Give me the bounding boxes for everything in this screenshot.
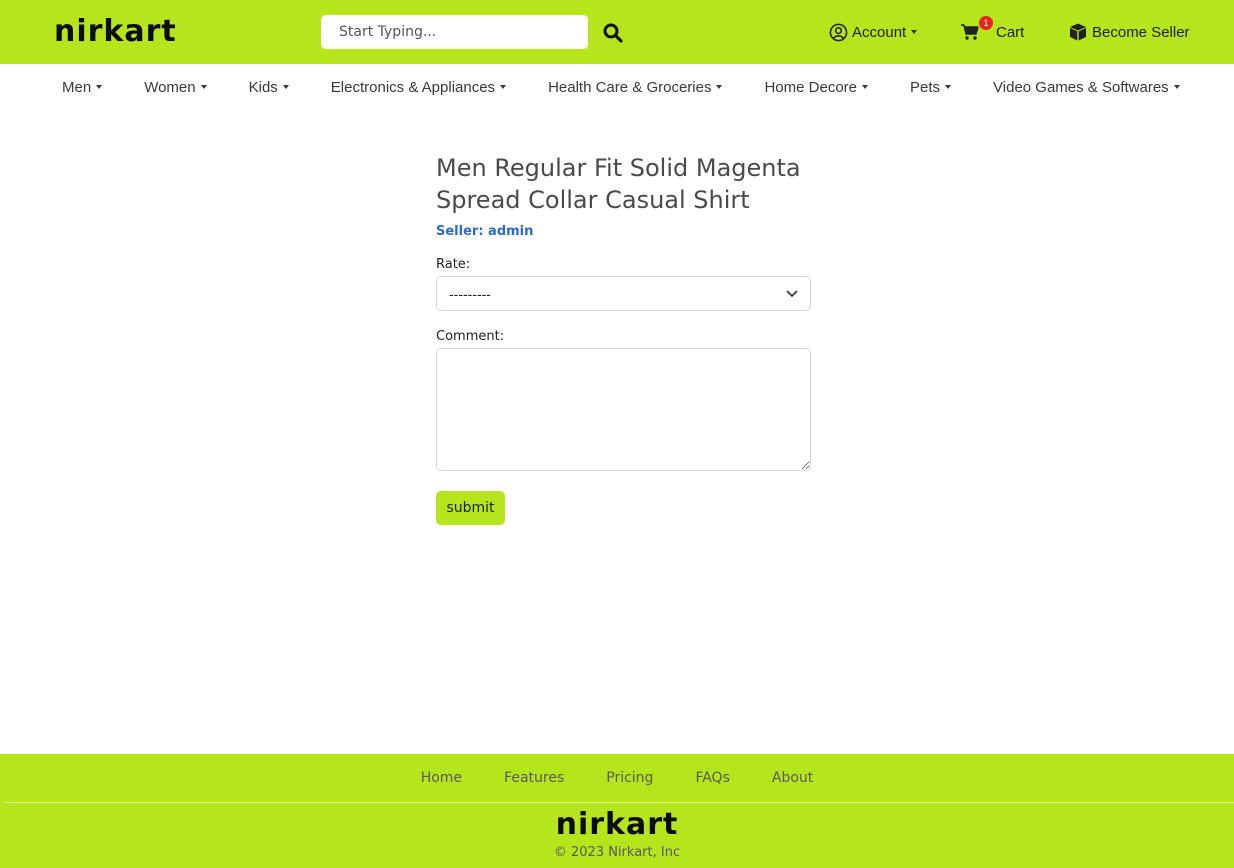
cart-label: Cart xyxy=(996,23,1025,41)
category-label: Home Decore xyxy=(764,78,858,96)
become-seller-label: Become Seller xyxy=(1092,23,1190,41)
rate-label: Rate: xyxy=(436,257,471,272)
category-men[interactable]: Men xyxy=(62,78,103,96)
account-label: Account xyxy=(852,23,907,41)
footer: Home Features Pricing FAQs About nirkart… xyxy=(0,754,1234,868)
category-label: Health Care & Groceries xyxy=(548,78,712,96)
footer-logo: nirkart xyxy=(555,807,679,842)
category-home-decore[interactable]: Home Decore xyxy=(764,78,869,96)
search-icon xyxy=(603,23,623,43)
search-input[interactable] xyxy=(321,15,588,49)
category-women[interactable]: Women xyxy=(144,78,207,96)
footer-link-about[interactable]: About xyxy=(772,770,813,786)
category-electronics[interactable]: Electronics & Appliances xyxy=(330,78,507,96)
submit-button[interactable]: submit xyxy=(436,491,505,525)
footer-links: Home Features Pricing FAQs About xyxy=(0,754,1234,802)
category-pets[interactable]: Pets xyxy=(910,78,952,96)
comment-field[interactable] xyxy=(436,348,811,471)
rate-selected-value: --------- xyxy=(449,285,491,302)
chevron-down-icon xyxy=(786,290,798,297)
comment-label: Comment: xyxy=(436,329,505,344)
category-kids[interactable]: Kids xyxy=(249,79,289,96)
category-health-care[interactable]: Health Care & Groceries xyxy=(548,78,723,96)
become-seller-link[interactable]: Become Seller xyxy=(1068,18,1190,46)
copyright-text: © 2023 Nirkart, Inc xyxy=(553,845,681,860)
search-button[interactable] xyxy=(600,20,626,46)
top-header: nirkart Account 1 Cart xyxy=(0,0,1234,64)
caret-down-icon xyxy=(1173,85,1180,89)
caret-down-icon xyxy=(282,85,289,89)
user-circle-icon xyxy=(829,23,848,41)
cart-link[interactable]: 1 Cart xyxy=(960,16,1025,46)
product-title: Men Regular Fit Solid Magenta Spread Col… xyxy=(436,154,801,214)
cart-count-badge: 1 xyxy=(979,16,993,30)
box-icon xyxy=(1070,23,1086,41)
caret-down-icon xyxy=(862,85,869,89)
category-nav: Men Women Kids Electronics & Appliances … xyxy=(0,64,1234,110)
category-label: Kids xyxy=(248,78,278,96)
caret-down-icon xyxy=(716,85,723,89)
category-label: Women xyxy=(144,78,196,96)
caret-down-icon xyxy=(200,85,207,89)
category-video-games[interactable]: Video Games & Softwares xyxy=(993,79,1180,96)
account-dropdown[interactable]: Account xyxy=(829,18,918,46)
footer-link-home[interactable]: Home xyxy=(421,770,462,786)
cart-icon-wrap: 1 xyxy=(960,16,996,46)
cart-icon xyxy=(961,24,979,40)
seller-link[interactable]: Seller: admin xyxy=(436,224,812,239)
footer-link-pricing[interactable]: Pricing xyxy=(606,770,653,786)
category-label: Pets xyxy=(910,78,941,96)
rate-select[interactable]: --------- xyxy=(436,276,811,311)
category-label: Video Games & Softwares xyxy=(993,78,1169,96)
review-form: Men Regular Fit Solid Magenta Spread Col… xyxy=(436,152,812,525)
caret-down-icon xyxy=(96,85,103,89)
footer-divider xyxy=(4,802,1234,803)
footer-link-faqs[interactable]: FAQs xyxy=(695,770,729,786)
chevron-down-icon xyxy=(911,30,918,34)
category-label: Men xyxy=(62,78,92,96)
footer-link-features[interactable]: Features xyxy=(504,770,564,786)
caret-down-icon xyxy=(945,85,952,89)
category-label: Electronics & Appliances xyxy=(330,78,496,96)
brand-logo[interactable]: nirkart xyxy=(54,13,177,51)
caret-down-icon xyxy=(500,85,507,89)
